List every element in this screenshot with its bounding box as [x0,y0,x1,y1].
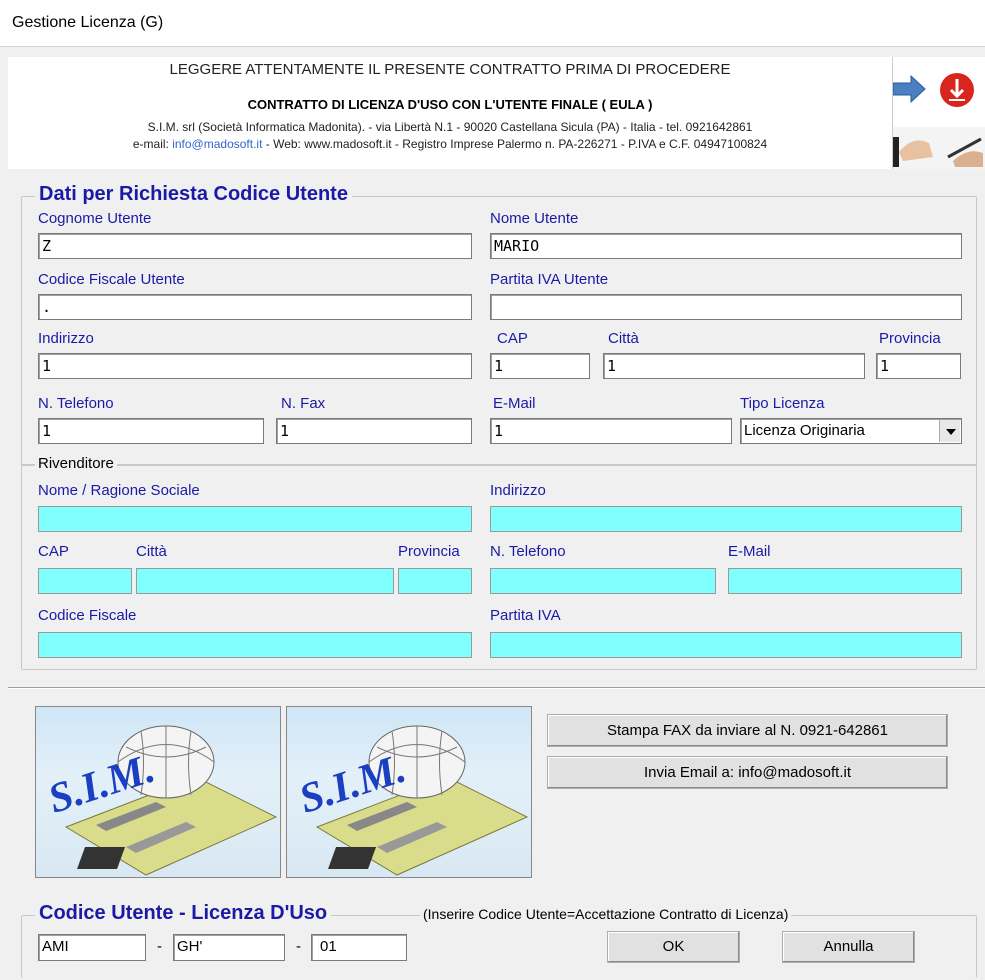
provincia-input[interactable]: 1 [876,353,961,379]
nome-label: Nome Utente [490,210,579,227]
reseller-telefono-input[interactable] [490,568,716,594]
print-fax-button[interactable]: Stampa FAX da inviare al N. 0921-642861 [547,714,948,747]
indirizzo-label: Indirizzo [38,330,94,347]
license-code-part1[interactable]: AMI [38,934,146,961]
reseller-email-label: E-Mail [728,543,771,560]
license-dash-2: - [296,938,301,955]
reseller-provincia-input[interactable] [398,568,472,594]
email-label: E-Mail [493,395,536,412]
indirizzo-input[interactable]: 1 [38,353,472,379]
reseller-cap-label: CAP [38,543,69,560]
partita-iva-input[interactable] [490,294,962,320]
ok-button[interactable]: OK [607,931,740,963]
sim-logo-image: S.I.M. [294,725,529,876]
reseller-indirizzo-input[interactable] [490,506,962,532]
license-code-part2[interactable]: GH' [173,934,285,961]
reseller-title: Rivenditore [35,455,117,472]
reseller-indirizzo-label: Indirizzo [490,482,546,499]
sim-logo-right: S.I.M. [286,706,532,878]
reseller-email-input[interactable] [728,568,962,594]
telefono-label: N. Telefono [38,395,114,412]
email-input[interactable]: 1 [490,418,732,444]
reseller-piva-input[interactable] [490,632,962,658]
window-titlebar: Gestione Licenza (G) [0,0,985,47]
partita-iva-label: Partita IVA Utente [490,271,609,288]
reseller-citta-input[interactable] [136,568,394,594]
arrow-icon [892,74,926,104]
citta-input[interactable]: 1 [603,353,865,379]
cancel-button[interactable]: Annulla [782,931,915,963]
cognome-input[interactable]: Z [38,233,472,259]
sim-logo-left: S.I.M. [35,706,281,878]
cap-label: CAP [497,330,528,347]
send-email-button[interactable]: Invia Email a: info@madosoft.it [547,756,948,789]
reseller-piva-label: Partita IVA [490,607,561,624]
license-dash-1: - [157,938,162,955]
separator [8,687,985,689]
company-email-link[interactable]: info@madosoft.it [172,137,262,151]
license-hint: (Inserire Codice Utente=Accettazione Con… [420,906,792,922]
eula-document-button[interactable] [892,57,985,169]
user-data-title: Dati per Richiesta Codice Utente [35,183,352,206]
reseller-nome-input[interactable] [38,506,472,532]
company-info: S.I.M. srl (Società Informatica Madonita… [147,120,753,134]
reseller-provincia-label: Provincia [398,543,460,560]
window-title: Gestione Licenza (G) [12,14,164,31]
eula-title: CONTRATTO DI LICENZA D'USO CON L'UTENTE … [247,97,653,112]
reseller-nome-label: Nome / Ragione Sociale [38,482,200,499]
tipo-licenza-value: Licenza Originaria [744,422,865,439]
nome-input[interactable]: MARIO [490,233,962,259]
cognome-label: Cognome Utente [38,210,152,227]
reseller-telefono-label: N. Telefono [490,543,566,560]
sim-logo-image: S.I.M. [43,725,278,876]
reseller-citta-label: Città [136,543,167,560]
tipo-licenza-label: Tipo Licenza [740,395,825,412]
codice-fiscale-input[interactable]: . [38,294,472,320]
reseller-cf-input[interactable] [38,632,472,658]
fax-label: N. Fax [281,395,326,412]
codice-fiscale-label: Codice Fiscale Utente [38,271,185,288]
provincia-label: Provincia [879,330,941,347]
license-title: Codice Utente - Licenza D'Uso [35,902,332,925]
telefono-input[interactable]: 1 [38,418,264,444]
cap-input[interactable]: 1 [490,353,590,379]
eula-header: LEGGERE ATTENTAMENTE IL PRESENTE CONTRAT… [8,57,892,169]
company-contacts: e-mail: info@madosoft.it - Web: www.mado… [132,137,768,151]
fax-input[interactable]: 1 [276,418,472,444]
license-code-part3[interactable]: 01 [311,934,407,961]
tipo-licenza-select[interactable]: Licenza Originaria [740,418,962,444]
reseller-cap-input[interactable] [38,568,132,594]
chevron-down-icon[interactable] [939,420,960,442]
reseller-cf-label: Codice Fiscale [38,607,137,624]
pdf-download-icon [892,73,985,169]
eula-warning: LEGGERE ATTENTAMENTE IL PRESENTE CONTRAT… [169,61,731,78]
citta-label: Città [608,330,639,347]
